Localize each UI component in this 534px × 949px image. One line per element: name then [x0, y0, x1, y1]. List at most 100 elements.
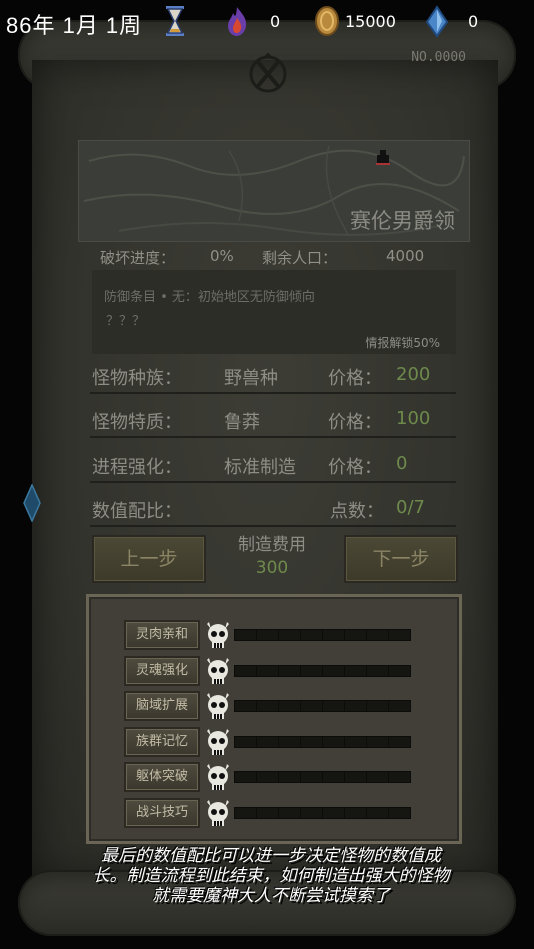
skill-point-segment [278, 771, 301, 784]
skill-point-segment [344, 664, 367, 677]
skill-point-segment [322, 735, 345, 748]
skill-point-segment [366, 664, 389, 677]
skill-point-segment [234, 700, 257, 713]
price-value: 0 [396, 453, 408, 474]
population-label: 剩余人口： [262, 249, 338, 267]
skill-point-segment [322, 771, 345, 784]
skill-point-segment [256, 664, 279, 677]
population-value: 4000 [386, 247, 425, 265]
skill-point-segment [388, 771, 411, 784]
skill-point-segment [322, 664, 345, 677]
tutorial-caption: 最后的数值配比可以进一步决定怪物的数值成长。制造流程到此结束，如何制造出强大的怪… [92, 846, 450, 906]
skill-label-button[interactable]: 战斗技巧 [124, 798, 200, 828]
skill-point-segment [256, 807, 279, 819]
property-row-process[interactable]: 进程强化： 标准制造 价格： 0 [92, 447, 456, 483]
defense-entry: 防御条目 • 无：初始地区无防御倾向 [104, 290, 315, 305]
skill-point-segment [300, 664, 323, 677]
skill-point-segment [388, 700, 411, 713]
blue-crystal-icon [425, 5, 449, 38]
skill-point-segment [234, 807, 257, 819]
skill-point-segment [388, 629, 411, 641]
skill-point-segment [300, 771, 323, 784]
skill-points-bar [234, 735, 411, 748]
crystal-count: 0 [468, 12, 479, 31]
skill-points-bar [234, 807, 411, 819]
skill-label-button[interactable]: 灵魂强化 [124, 655, 200, 686]
gold-count: 15000 [345, 12, 396, 31]
skill-point-segment [278, 735, 301, 748]
intel-unlock-status: 情报解锁50% [365, 336, 440, 350]
skill-point-segment [388, 735, 411, 748]
property-value: 鲁莽 [224, 412, 260, 433]
skill-point-segment [366, 700, 389, 713]
defense-info-box: 防御条目 • 无：初始地区无防御倾向 ？？？ 情报解锁50% [92, 270, 456, 354]
skill-label-button[interactable]: 脑域扩展 [124, 691, 200, 722]
skill-point-segment [366, 735, 389, 748]
skill-point-segment [256, 700, 279, 713]
skill-point-segment [388, 807, 411, 819]
territory-map[interactable]: 赛伦男爵领 [78, 140, 470, 242]
skill-point-segment [344, 735, 367, 748]
skill-row[interactable]: 脑域扩展 [124, 691, 424, 722]
skull-icon [204, 727, 232, 757]
gold-coin-icon [315, 6, 339, 36]
soul-flame-icon [228, 7, 247, 36]
skill-point-segment [256, 629, 279, 641]
price-value: 100 [396, 408, 431, 429]
property-label: 进程强化： [92, 457, 182, 478]
fee-label: 制造费用 [238, 535, 306, 555]
skill-point-segment [278, 807, 301, 819]
side-crystal-icon[interactable] [22, 484, 42, 522]
game-date: 86年 1月 1周 [6, 13, 143, 38]
destroy-progress-label: 破坏进度： [100, 249, 176, 267]
property-row-race[interactable]: 怪物种族： 野兽种 价格： 200 [92, 358, 456, 394]
next-step-button[interactable]: 下一步 [344, 535, 458, 583]
property-row-trait[interactable]: 怪物特质： 鲁莽 价格： 100 [92, 402, 456, 438]
skill-label-button[interactable]: 灵肉亲和 [124, 620, 200, 650]
skill-point-segment [388, 664, 411, 677]
skull-icon [204, 798, 232, 828]
close-emblem-icon[interactable] [246, 52, 290, 96]
skill-point-segment [300, 807, 323, 819]
defense-unknown: ？？？ [106, 314, 146, 329]
skill-point-segment [234, 735, 257, 748]
skill-row[interactable]: 躯体突破 [124, 762, 424, 793]
property-label: 怪物种族： [92, 368, 182, 389]
territory-name: 赛伦男爵领 [350, 209, 455, 233]
property-label: 数值配比： [92, 501, 182, 522]
property-value: 标准制造 [224, 457, 296, 478]
skill-row[interactable]: 战斗技巧 [124, 798, 424, 828]
skull-icon [204, 620, 232, 650]
souls-count: 0 [270, 12, 281, 31]
skull-icon [204, 656, 232, 686]
hourglass-icon[interactable] [162, 4, 188, 38]
territory-stats: 破坏进度： 0% 剩余人口： 4000 [100, 247, 440, 269]
skull-icon [204, 762, 232, 792]
skill-point-segment [256, 771, 279, 784]
skill-point-segment [344, 700, 367, 713]
points-value: 0/7 [396, 497, 425, 518]
price-value: 200 [396, 364, 431, 385]
price-label: 价格： [328, 412, 382, 433]
property-value: 野兽种 [224, 368, 278, 389]
skill-points-bar [234, 629, 411, 641]
skill-label-button[interactable]: 躯体突破 [124, 762, 200, 793]
skill-row[interactable]: 灵肉亲和 [124, 620, 424, 650]
fee-value: 300 [255, 558, 289, 578]
skill-point-segment [234, 629, 257, 641]
skill-row[interactable]: 灵魂强化 [124, 655, 424, 686]
skill-row[interactable]: 族群记忆 [124, 726, 424, 757]
skill-point-segment [322, 629, 345, 641]
skill-point-segment [366, 807, 389, 819]
prev-step-button[interactable]: 上一步 [92, 535, 206, 583]
skill-label-button[interactable]: 族群记忆 [124, 726, 200, 757]
price-label: 价格： [328, 368, 382, 389]
skill-point-segment [278, 700, 301, 713]
skill-point-segment [234, 664, 257, 677]
skill-point-segment [300, 700, 323, 713]
skill-point-segment [366, 771, 389, 784]
skill-points-bar [234, 664, 411, 677]
skull-icon [204, 691, 232, 721]
serial-number: NO.0000 [411, 50, 466, 65]
skill-point-segment [344, 807, 367, 819]
